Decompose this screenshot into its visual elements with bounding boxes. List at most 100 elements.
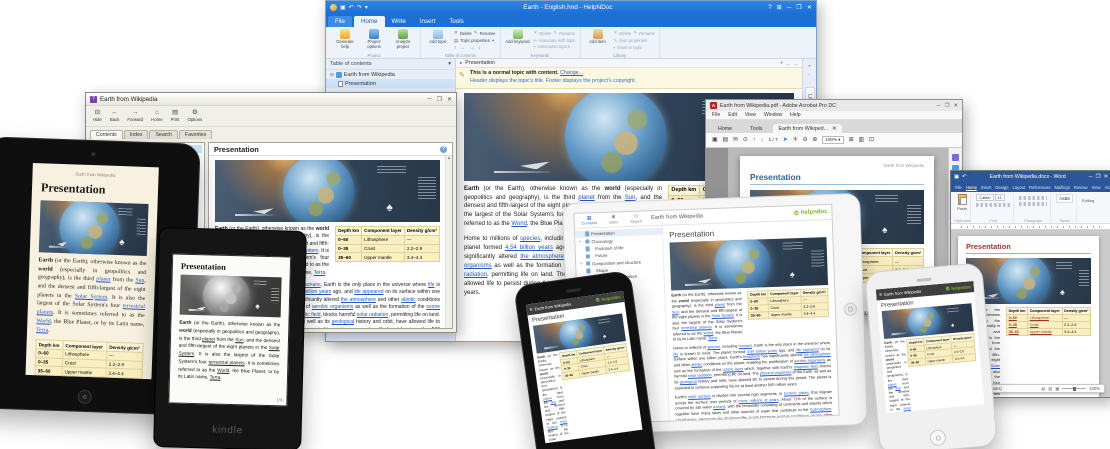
text-link[interactable]: Terra [708, 336, 717, 340]
tab-search[interactable]: ⊙Search [627, 213, 645, 224]
text-link[interactable]: World [511, 221, 527, 227]
text-link[interactable]: abiotic [401, 297, 415, 303]
document-tab[interactable]: Earth from Wikiped...✕ [773, 124, 843, 133]
tab-write[interactable]: Write [385, 16, 413, 27]
text-link[interactable]: World [36, 318, 51, 324]
read-mode-icon[interactable]: ▤ [1041, 386, 1045, 391]
helpndoc-logo[interactable]: ⚙helpndoc [945, 284, 971, 292]
close-icon[interactable]: ✕ [953, 103, 958, 109]
dropdown-icon[interactable]: ▾ [781, 60, 783, 66]
text-link[interactable]: the atmosphere [520, 254, 564, 260]
back-icon[interactable]: ← [786, 61, 791, 66]
text-link[interactable]: planet [96, 277, 110, 283]
expand-arrow-icon[interactable]: ▾ [580, 262, 584, 266]
save-icon[interactable]: ▣ [954, 174, 959, 180]
text-link[interactable]: geological [680, 380, 697, 385]
toolbar-button[interactable]: ⊟Hide [93, 110, 102, 122]
mobile-content[interactable]: Presentation ♠ Earth (or the Earth), oth… [877, 292, 984, 413]
dropdown-icon[interactable]: ▾ [808, 63, 810, 68]
chm-tab[interactable]: Contents [90, 130, 123, 139]
maximize-icon[interactable]: ❐ [1096, 174, 1101, 180]
toolbar-button[interactable]: ←Back [110, 110, 120, 122]
text-link[interactable]: World [703, 331, 713, 335]
pin-icon[interactable]: ▾ [448, 61, 451, 67]
text-link[interactable]: terrestrial planets [208, 359, 244, 365]
font-format-icons[interactable] [976, 203, 1010, 207]
tab-file[interactable]: File [328, 16, 352, 27]
save-icon[interactable]: ▣ [340, 4, 346, 11]
tab-contents[interactable]: ▦Contents [578, 215, 600, 226]
text-link[interactable]: 4.54 billion years [505, 245, 553, 251]
toc-child-item[interactable]: Presentation [326, 79, 455, 88]
add-item-button[interactable]: Add item [585, 29, 611, 50]
text-link[interactable]: humans [303, 282, 321, 288]
text-link[interactable]: magnetic field [794, 364, 818, 369]
minimize-icon[interactable]: ─ [427, 96, 431, 103]
add-topic-button[interactable]: Add topic [425, 29, 451, 51]
text-link[interactable]: hydrosphere [810, 407, 831, 412]
text-link[interactable]: aerobic organisms [312, 304, 353, 310]
toolbar-button[interactable]: ⌂Home [151, 110, 162, 122]
ribbon-tab[interactable]: Review [1074, 185, 1088, 190]
select-tool-icon[interactable]: ➤ [783, 137, 788, 143]
paragraph-icons[interactable] [1019, 202, 1047, 206]
item-properties-button[interactable]: ✎Item properties [614, 38, 656, 44]
zoom-slider[interactable] [1062, 388, 1086, 389]
project-options-button[interactable]: Project options [361, 29, 387, 50]
associated-topics-button[interactable]: ▪Associated topics [534, 44, 576, 49]
tab-tools[interactable]: Tools [442, 16, 470, 27]
font-name-select[interactable]: Calibri [976, 194, 993, 201]
scrollbar[interactable]: ▲ [445, 156, 452, 328]
undo-icon[interactable]: ↶ [349, 4, 354, 11]
tab-tools[interactable]: Tools [742, 124, 770, 133]
text-link[interactable]: life appeared [354, 289, 383, 295]
menu-icon[interactable]: ≡ [529, 306, 533, 312]
generate-help-button[interactable]: Generate help [332, 29, 358, 50]
text-link[interactable]: aerobic organisms [794, 358, 825, 363]
toolbar-button[interactable]: ⚙Options [187, 110, 202, 122]
text-link[interactable]: planet [202, 336, 215, 341]
ribbon-tab[interactable]: View [1092, 185, 1101, 190]
menu-item[interactable]: Help [790, 112, 800, 118]
zoom-out-icon[interactable]: ⊖ [803, 137, 808, 143]
ribbon-tab[interactable]: File [955, 185, 962, 190]
text-link[interactable]: tectonic plates [784, 391, 809, 396]
font-size-select[interactable]: 11 [995, 194, 1005, 201]
toc-root-item[interactable]: ⊟Earth from Wikipedia [326, 70, 455, 79]
text-link[interactable]: Terra [210, 375, 221, 380]
text-link[interactable]: solar radiation [688, 374, 712, 379]
minimize-icon[interactable]: ─ [1089, 174, 1093, 180]
next-page-icon[interactable]: ↓ [761, 137, 764, 143]
analyze-project-button[interactable]: Analyze project [390, 29, 416, 50]
close-tab-icon[interactable]: ✕ [832, 126, 836, 132]
text-link[interactable]: World [217, 367, 229, 372]
home-button[interactable] [929, 429, 946, 446]
text-link[interactable]: species [520, 236, 540, 242]
expand-arrow-icon[interactable]: ▾ [579, 240, 583, 244]
panel-box-icon[interactable]: ⊡ [869, 137, 874, 143]
minimize-icon[interactable]: ─ [937, 103, 941, 109]
text-link[interactable]: Sun [625, 195, 636, 201]
tab-home[interactable]: Home [710, 124, 740, 133]
text-link[interactable]: equilibrium [791, 414, 810, 419]
toolbar-button[interactable]: ▤Print [171, 110, 180, 122]
tab-insert[interactable]: Insert [413, 16, 442, 27]
home-button[interactable] [78, 390, 92, 404]
maximize-icon[interactable]: ❐ [945, 103, 950, 109]
chm-tab[interactable]: Index [124, 130, 149, 139]
text-link[interactable]: abiotic [691, 363, 702, 367]
helpndoc-app-icon[interactable] [330, 4, 337, 11]
insert-in-topic-button[interactable]: ▪Insert in topic [614, 45, 656, 50]
save-icon[interactable]: ▣ [712, 137, 717, 143]
text-link[interactable]: Sun [235, 337, 243, 342]
zoom-level[interactable]: 100% ▾ [822, 136, 843, 144]
back-icon[interactable]: ← [808, 71, 812, 76]
minimize-icon[interactable]: ─ [787, 4, 791, 11]
ribbon-tab[interactable]: Home [966, 185, 977, 191]
topic-move-arrows[interactable]: ↑←→↓ [454, 45, 496, 51]
help-icon[interactable]: ? [768, 4, 771, 11]
mail-icon[interactable]: ✉ [733, 137, 738, 143]
text-link[interactable]: terrestrial planets [681, 325, 711, 330]
menu-icon[interactable]: ≡ [879, 292, 882, 298]
zoom-in-icon[interactable]: ⊕ [812, 137, 817, 143]
